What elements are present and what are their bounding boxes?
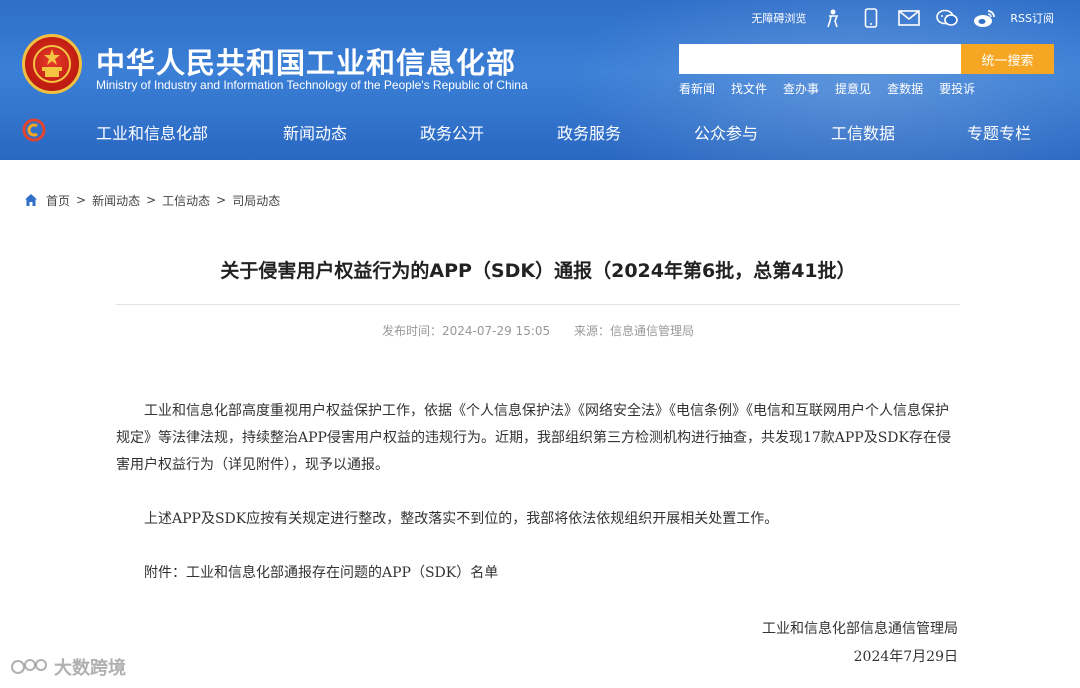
main-nav: 工业和信息化部 新闻动态 政务公开 政务服务 公众参与 工信数据 专题专栏 (0, 114, 1080, 148)
top-links: 无障碍浏览 RSS订阅 (751, 6, 1054, 30)
elderly-mode-icon[interactable] (820, 7, 846, 29)
breadcrumb-separator: > (146, 193, 157, 207)
article-meta: 发布时间：2024-07-29 15:05 来源：信息通信管理局 (116, 322, 960, 339)
site-header: 中华人民共和国工业和信息化部 Ministry of Industry and … (0, 0, 1080, 160)
quick-link-complaint[interactable]: 要投诉 (939, 80, 975, 97)
quick-link-files[interactable]: 找文件 (731, 80, 767, 97)
breadcrumb-bureau-news[interactable]: 司局动态 (232, 192, 280, 209)
mobile-icon[interactable] (858, 7, 884, 29)
watermark-text: 大数跨境 (54, 658, 126, 679)
home-icon[interactable] (24, 193, 38, 207)
wechat-icon[interactable] (934, 7, 960, 29)
attachment-link[interactable]: 附件：工业和信息化部通报存在问题的APP（SDK）名单 (116, 560, 960, 587)
search-input[interactable] (679, 44, 961, 74)
search-button[interactable]: 统一搜索 (961, 44, 1054, 74)
breadcrumb-home[interactable]: 首页 (46, 192, 70, 209)
nav-item-data[interactable]: 工信数据 (831, 120, 895, 144)
quick-link-services[interactable]: 查办事 (783, 80, 819, 97)
title-divider (116, 304, 960, 305)
article-paragraph: 工业和信息化部高度重视用户权益保护工作，依据《个人信息保护法》《网络安全法》《电… (116, 403, 951, 473)
breadcrumb-separator: > (216, 193, 227, 207)
breadcrumb: 首页 > 新闻动态 > 工信动态 > 司局动态 (24, 191, 280, 209)
signature-date: 2024年7月29日 (853, 649, 958, 665)
article-paragraph: 上述APP及SDK应按有关规定进行整改，整改落实不到位的，我部将依法依规组织开展… (144, 511, 779, 527)
nav-item-gov-services[interactable]: 政务服务 (557, 120, 621, 144)
site-title: 中华人民共和国工业和信息化部 (96, 46, 517, 80)
article-source: 来源：信息通信管理局 (573, 324, 694, 338)
breadcrumb-separator: > (76, 193, 87, 207)
accessibility-link[interactable]: 无障碍浏览 (751, 10, 806, 26)
quick-links: 看新闻 找文件 查办事 提意见 查数据 要投诉 (679, 80, 991, 97)
rss-link[interactable]: RSS订阅 (1010, 10, 1054, 26)
quick-link-data[interactable]: 查数据 (887, 80, 923, 97)
breadcrumb-industry-news[interactable]: 工信动态 (162, 192, 210, 209)
watermark-logo-icon (11, 659, 47, 674)
nav-item-gov-info[interactable]: 政务公开 (420, 120, 484, 144)
weibo-icon[interactable] (972, 7, 998, 29)
article-title: 关于侵害用户权益行为的APP（SDK）通报（2024年第6批，总第41批） (220, 260, 856, 282)
quick-link-news[interactable]: 看新闻 (679, 80, 715, 97)
nav-item-participation[interactable]: 公众参与 (694, 120, 758, 144)
quick-link-feedback[interactable]: 提意见 (835, 80, 871, 97)
breadcrumb-news[interactable]: 新闻动态 (92, 192, 140, 209)
nav-item-ministry[interactable]: 工业和信息化部 (96, 120, 208, 144)
nav-item-news[interactable]: 新闻动态 (283, 120, 347, 144)
national-emblem-icon (22, 34, 82, 94)
site-subtitle: Ministry of Industry and Information Tec… (96, 78, 528, 92)
publish-time: 发布时间：2024-07-29 15:05 (382, 324, 551, 338)
watermark: 大数跨境 (10, 654, 126, 680)
mail-icon[interactable] (896, 7, 922, 29)
nav-item-topics[interactable]: 专题专栏 (967, 120, 1031, 144)
ministry-logo-icon[interactable] (22, 118, 46, 142)
signature: 工业和信息化部信息通信管理局 (762, 621, 958, 637)
